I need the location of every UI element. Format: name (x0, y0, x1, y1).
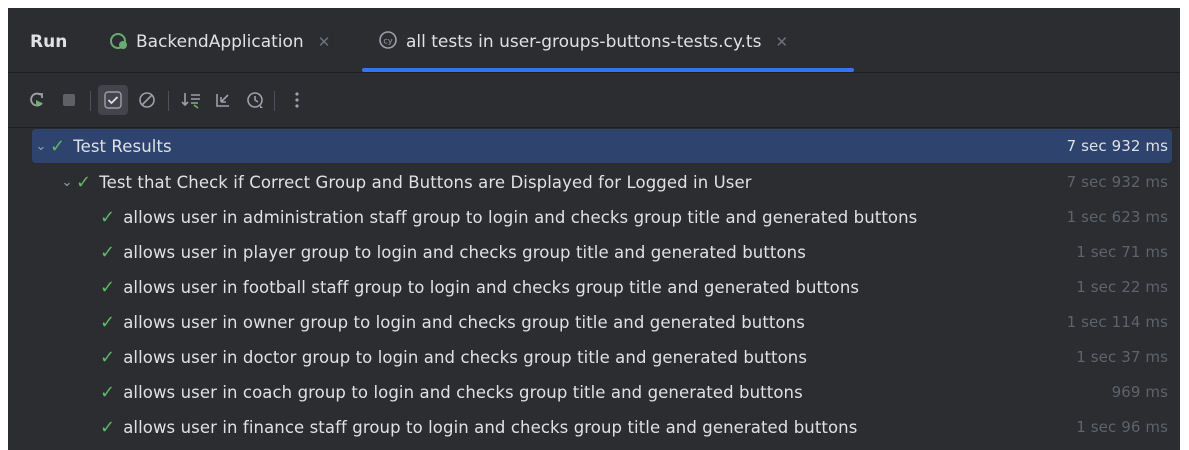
row-duration: 1 sec 623 ms (1066, 208, 1168, 226)
test-row[interactable]: ✓ allows user in player group to login an… (32, 235, 1172, 269)
row-label: allows user in administration staff grou… (123, 207, 918, 227)
row-label: Test that Check if Correct Group and But… (99, 172, 752, 192)
cypress-icon: cy (378, 30, 398, 55)
tab-label: all tests in user-groups-buttons-tests.c… (406, 32, 762, 52)
test-row[interactable]: ✓ allows user in football staff group to … (32, 270, 1172, 304)
check-icon: ✓ (100, 346, 116, 368)
check-icon: ✓ (50, 135, 66, 157)
history-icon[interactable] (240, 85, 270, 115)
row-duration: 1 sec 71 ms (1076, 243, 1168, 261)
row-duration: 1 sec 96 ms (1076, 418, 1168, 436)
rerun-icon[interactable] (22, 85, 52, 115)
more-icon[interactable] (282, 85, 312, 115)
sort-icon[interactable] (176, 85, 206, 115)
test-row[interactable]: ✓ allows user in coach group to login and… (32, 375, 1172, 409)
toolbar-separator (274, 91, 275, 111)
run-tab-bar: Run BackendApplication ✕ cy all tests in… (8, 8, 1180, 73)
toolbar-separator (168, 91, 169, 111)
check-icon: ✓ (100, 416, 116, 438)
close-icon[interactable]: ✕ (318, 33, 331, 51)
check-icon: ✓ (100, 381, 116, 403)
chevron-down-icon[interactable]: ⌄ (32, 139, 50, 154)
chevron-down-icon[interactable]: ⌄ (58, 175, 76, 190)
row-label: allows user in coach group to login and … (123, 382, 803, 402)
tree-row-suite[interactable]: ⌄ ✓ Test that Check if Correct Group and… (32, 165, 1172, 199)
check-icon: ✓ (100, 311, 116, 333)
tab-label: BackendApplication (136, 32, 304, 52)
tab-backend-application[interactable]: BackendApplication ✕ (108, 30, 330, 54)
check-icon: ✓ (100, 276, 116, 298)
active-tab-indicator (362, 68, 854, 72)
row-duration: 1 sec 114 ms (1066, 313, 1168, 331)
test-row[interactable]: ✓ allows user in finance staff group to l… (32, 410, 1172, 444)
row-label: allows user in doctor group to login and… (123, 347, 808, 367)
test-row[interactable]: ✓ allows user in administration staff gro… (32, 200, 1172, 234)
close-icon[interactable]: ✕ (775, 33, 788, 51)
row-label: allows user in football staff group to l… (123, 277, 860, 297)
check-icon: ✓ (100, 241, 116, 263)
stop-icon[interactable] (54, 85, 84, 115)
test-row[interactable]: ✓ allows user in doctor group to login an… (32, 340, 1172, 374)
row-label: allows user in player group to login and… (123, 242, 806, 262)
run-title: Run (30, 32, 68, 52)
row-duration: 7 sec 932 ms (1066, 173, 1168, 191)
row-duration: 7 sec 932 ms (1066, 137, 1168, 155)
tree-row-root[interactable]: ⌄ ✓ Test Results 7 sec 932 ms (32, 129, 1172, 163)
row-label: Test Results (73, 136, 172, 156)
check-icon: ✓ (100, 206, 116, 228)
run-tool-window: Run BackendApplication ✕ cy all tests in… (8, 8, 1180, 450)
row-duration: 1 sec 22 ms (1076, 278, 1168, 296)
toolbar-separator (90, 91, 91, 111)
show-passed-icon[interactable] (98, 85, 128, 115)
row-label: allows user in owner group to login and … (123, 312, 805, 332)
check-icon: ✓ (76, 171, 92, 193)
tab-cypress-tests[interactable]: cy all tests in user-groups-buttons-test… (378, 30, 788, 54)
test-row[interactable]: ✓ allows user in owner group to login and… (32, 305, 1172, 339)
row-duration: 1 sec 37 ms (1076, 348, 1168, 366)
svg-text:cy: cy (383, 36, 392, 45)
row-label: allows user in finance staff group to lo… (123, 417, 858, 437)
collapse-icon[interactable] (208, 85, 238, 115)
spring-app-icon (108, 29, 130, 56)
test-toolbar (8, 73, 1180, 128)
show-ignored-icon[interactable] (132, 85, 162, 115)
row-duration: 969 ms (1111, 383, 1168, 401)
